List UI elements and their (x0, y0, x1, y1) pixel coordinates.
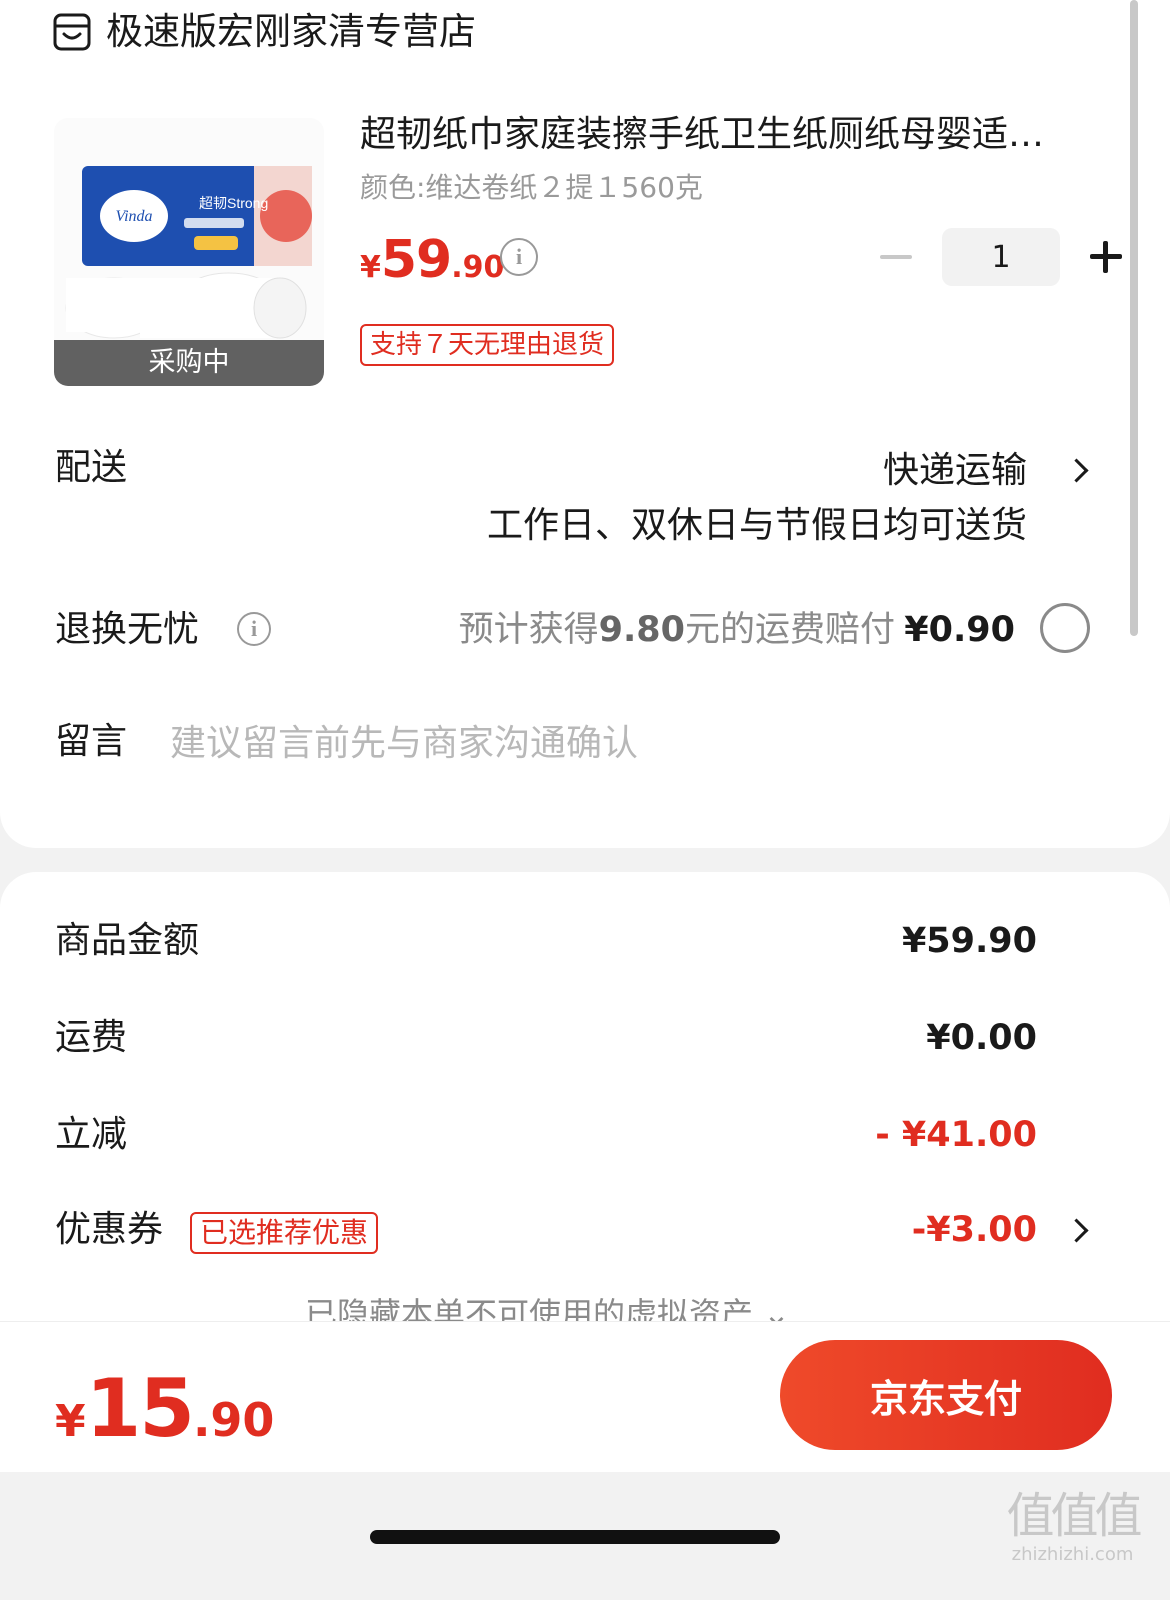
shipping-value: ¥0.00 (926, 1018, 1037, 1058)
product-title[interactable]: 超韧纸巾家庭装擦手纸卫生纸厕纸母婴适… (360, 110, 1120, 160)
product-brand-text: Vinda (115, 208, 152, 225)
goods-amount-label: 商品金额 (55, 920, 200, 961)
store-header[interactable]: 极速版宏刚家清专营店 (52, 8, 476, 56)
message-input[interactable]: 建议留言前先与商家沟通确认 (170, 720, 638, 768)
quantity-stepper: 1 (880, 228, 1122, 286)
price-integer: 59 (380, 230, 452, 290)
return-policy-tag: 支持７天无理由退货 (360, 324, 615, 366)
return-desc-prefix: 预计获得 (458, 610, 599, 650)
return-insurance-price: ¥0.90 (904, 610, 1015, 650)
total-price: ¥ 15 .90 (55, 1362, 274, 1455)
product-image-subtitle: 超韧Strong (199, 195, 268, 211)
purchasing-overlay: 采购中 (54, 340, 324, 386)
scrollbar[interactable] (1130, 0, 1138, 636)
return-insurance-desc: 预计获得9.80元的运费赔付 (459, 606, 895, 654)
product-image[interactable]: Vinda 超韧Strong 采购中 (54, 118, 324, 386)
goods-amount-value: ¥59.90 (901, 921, 1037, 961)
delivery-label: 配送 (55, 447, 128, 488)
home-indicator[interactable] (370, 1530, 780, 1544)
total-integer: 15 (85, 1362, 195, 1455)
return-desc-suffix: 元的运费赔付 (684, 610, 895, 650)
price-currency: ¥ (360, 250, 381, 285)
return-desc-amount: 9.80 (598, 610, 685, 650)
price-info-icon[interactable]: i (500, 238, 538, 276)
total-decimal: .90 (192, 1393, 275, 1447)
store-icon (53, 13, 91, 51)
hidden-assets-toggle[interactable]: 已隐藏本单不可使用的虚拟资产 ⌄ (305, 1292, 790, 1322)
coupon-label[interactable]: 优惠券 (55, 1206, 163, 1254)
discount-label: 立减 (55, 1114, 128, 1155)
minus-icon[interactable] (880, 255, 912, 259)
price-decimal: .90 (451, 250, 505, 285)
return-info-icon[interactable]: i (237, 612, 271, 646)
product-spec[interactable]: 颜色:维达卷纸２提１560克 (360, 168, 703, 208)
store-name: 极速版宏刚家清专营店 (106, 10, 476, 53)
jd-pay-button[interactable]: 京东支付 (780, 1340, 1112, 1450)
discount-value: - ¥41.00 (875, 1115, 1037, 1155)
return-insurance-label: 退换无忧 (55, 609, 200, 650)
watermark-logo: 值值值 zhizhizhi.com (1000, 1488, 1145, 1566)
delivery-note: 工作日、双休日与节假日均可送货 (486, 505, 1027, 546)
watermark-url: zhizhizhi.com (1011, 1544, 1134, 1565)
delivery-method[interactable]: 快递运输 (883, 447, 1027, 495)
watermark-text: 值值值 (1006, 1488, 1142, 1544)
product-price: ¥ 59 .90 (360, 230, 504, 290)
plus-icon[interactable] (1090, 241, 1122, 273)
coupon-value[interactable]: -¥3.00 (912, 1206, 1037, 1254)
message-label: 留言 (55, 721, 128, 762)
coupon-tag[interactable]: 已选推荐优惠 (190, 1212, 379, 1254)
total-currency: ¥ (55, 1396, 86, 1447)
return-insurance-radio[interactable] (1040, 603, 1090, 653)
quantity-field[interactable]: 1 (942, 228, 1060, 286)
shipping-label: 运费 (55, 1017, 128, 1058)
